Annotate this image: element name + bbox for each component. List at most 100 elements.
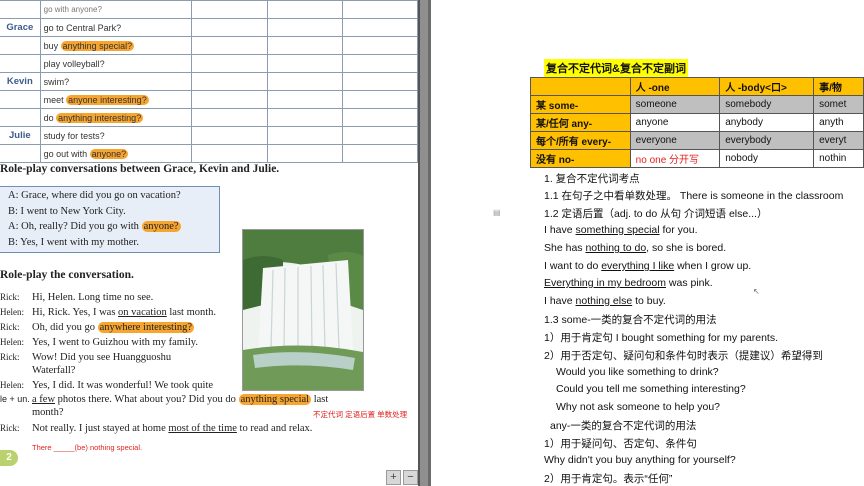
student-name: Grace	[0, 18, 41, 37]
zoom-in-button[interactable]: +	[386, 470, 401, 485]
table-cell: go out with anyone?	[39, 144, 193, 163]
note-line: Could you tell me something interesting?	[556, 383, 746, 395]
speaker: Rick:	[0, 292, 20, 302]
table-cell: anyth	[813, 113, 864, 132]
table-row: do anything interesting?	[0, 108, 418, 127]
section-heading: Role-play the conversation.	[0, 269, 134, 281]
table-cell: 某 some-	[530, 95, 631, 114]
document-page: 复合不定代词&复合不定副词 人 -one 人 -body<口> 事/物 某 so…	[428, 0, 864, 486]
table-cell: nobody	[719, 149, 815, 168]
dialog-line: B: Yes, I went with my mother.	[8, 236, 139, 248]
table-row: 某/任何 any- anyone anybody anyth	[530, 113, 864, 132]
table-row: go out with anyone?	[0, 144, 418, 163]
note-line: Would you like something to drink?	[556, 366, 719, 378]
table-cell: go to Central Park?	[39, 18, 193, 37]
speaker: Helen:	[0, 337, 24, 347]
table-cell: play volleyball?	[39, 54, 193, 73]
textbook-page: go with anyone? Grace go to Central Park?…	[0, 0, 418, 486]
table-cell: no one 分开写	[629, 149, 721, 168]
highlight: anyone?	[89, 148, 129, 159]
table-cell: 事/物	[813, 77, 864, 96]
zoom-out-button[interactable]: −	[403, 470, 418, 485]
table-cell: buy anything special?	[39, 36, 193, 55]
student-name: Julie	[0, 126, 41, 145]
speaker: Rick:	[0, 423, 20, 433]
pronoun-table: 人 -one 人 -body<口> 事/物 某 some- someone so…	[530, 77, 864, 168]
table-cell: study for tests?	[39, 126, 193, 145]
note-line: 1. 复合不定代词考点	[544, 173, 640, 185]
note-line: She has nothing to do, so she is bored.	[544, 242, 727, 254]
waterfall-photo	[242, 229, 364, 391]
split-divider[interactable]	[418, 0, 428, 486]
highlight: anything interesting?	[56, 112, 144, 123]
table-row: 没有 no- no one 分开写 nobody nothin	[530, 149, 864, 168]
highlight: anywhere interesting?	[97, 322, 195, 333]
table-cell: 某/任何 any-	[530, 113, 631, 132]
table-cell: 每个/所有 every-	[530, 131, 631, 150]
dialog-line: A: Oh, really? Did you go with anyone?	[8, 221, 181, 232]
table-cell: swim?	[39, 72, 193, 91]
speaker: Helen:	[0, 380, 24, 390]
page-number-badge: 2	[0, 450, 18, 466]
activity-table: go with anyone? Grace go to Central Park?…	[0, 0, 418, 163]
note-line: 2）用于否定句、疑问句和条件句时表示（提建议）希望得到	[544, 350, 823, 362]
table-cell: everyt	[813, 131, 864, 150]
note-line: any-一类的复合不定代词的用法	[550, 420, 697, 432]
table-cell: someone	[629, 95, 721, 114]
highlight: anyone interesting?	[66, 94, 149, 105]
table-row: meet anyone interesting?	[0, 90, 418, 109]
note-line: Everything in my bedroom was pink.	[544, 277, 713, 289]
table-cell: do anything interesting?	[39, 108, 193, 127]
table-row: 每个/所有 every- everyone everybody everyt	[530, 131, 864, 150]
table-cell: go with anyone?	[39, 0, 193, 19]
margin-note: le + un.	[0, 394, 30, 404]
table-cell: nothin	[813, 149, 864, 168]
note-line: I have something special for you.	[544, 224, 698, 236]
table-cell: 人 -one	[629, 77, 721, 96]
note-line: 2）用于肯定句。表示“任何”	[544, 473, 673, 485]
student-name: Kevin	[0, 72, 41, 91]
table-cell: anybody	[719, 113, 815, 132]
table-row: Kevin swim?	[0, 72, 418, 91]
highlight: anything special	[238, 394, 312, 405]
speaker: Helen:	[0, 307, 24, 317]
table-row: go with anyone?	[0, 0, 418, 19]
note-line: Why didn't you buy anything for yourself…	[544, 454, 736, 466]
table-cell: everyone	[629, 131, 721, 150]
table-row: Julie study for tests?	[0, 126, 418, 145]
cursor-icon: ↖	[753, 287, 760, 296]
table-cell: somet	[813, 95, 864, 114]
sample-dialog: A: Grace, where did you go on vacation? …	[0, 186, 220, 253]
note-line: I have nothing else to buy.	[544, 295, 666, 307]
note-line: I want to do everything I like when I gr…	[544, 260, 752, 272]
table-cell: somebody	[719, 95, 815, 114]
table-row: 某 some- someone somebody somet	[530, 95, 864, 114]
table-cell: 人 -body<口>	[719, 77, 815, 96]
note-line: Why not ask someone to help you?	[556, 401, 721, 413]
highlight: anyone?	[141, 221, 181, 232]
note-line: 1.3 some-一类的复合不定代词的用法	[544, 314, 717, 326]
handwritten-note: 不定代词 定语后置 单数处理	[313, 410, 408, 419]
table-cell: everybody	[719, 131, 815, 150]
table-row: Grace go to Central Park?	[0, 18, 418, 37]
highlight: anything special?	[60, 40, 135, 51]
note-line: 1.1 在句子之中看单数处理。 There is someone in the …	[544, 190, 844, 202]
speaker: Rick:	[0, 322, 20, 332]
table-cell: anyone	[629, 113, 721, 132]
paste-options-icon[interactable]: ▤	[493, 208, 501, 217]
note-line: 1）用于疑问句、否定句、条件句	[544, 438, 697, 450]
dialog-line: A: Grace, where did you go on vacation?	[8, 190, 181, 201]
handwritten-note: There _____(be) nothing special.	[32, 443, 143, 452]
section-heading: Role-play conversations between Grace, K…	[0, 163, 280, 175]
table-row: 人 -one 人 -body<口> 事/物	[530, 77, 864, 96]
table-cell	[530, 77, 631, 96]
table-cell: meet anyone interesting?	[39, 90, 193, 109]
dialog-line: B: I went to New York City.	[8, 205, 126, 217]
speaker: Rick:	[0, 352, 20, 362]
table-row: play volleyball?	[0, 54, 418, 73]
note-line: 1）用于肯定句 I bought something for my parent…	[544, 332, 779, 344]
table-cell: 没有 no-	[530, 149, 631, 168]
document-title: 复合不定代词&复合不定副词	[544, 59, 688, 77]
table-row: buy anything special?	[0, 36, 418, 55]
note-line: 1.2 定语后置（adj. to do 从句 介词短语 else...）	[544, 208, 768, 220]
